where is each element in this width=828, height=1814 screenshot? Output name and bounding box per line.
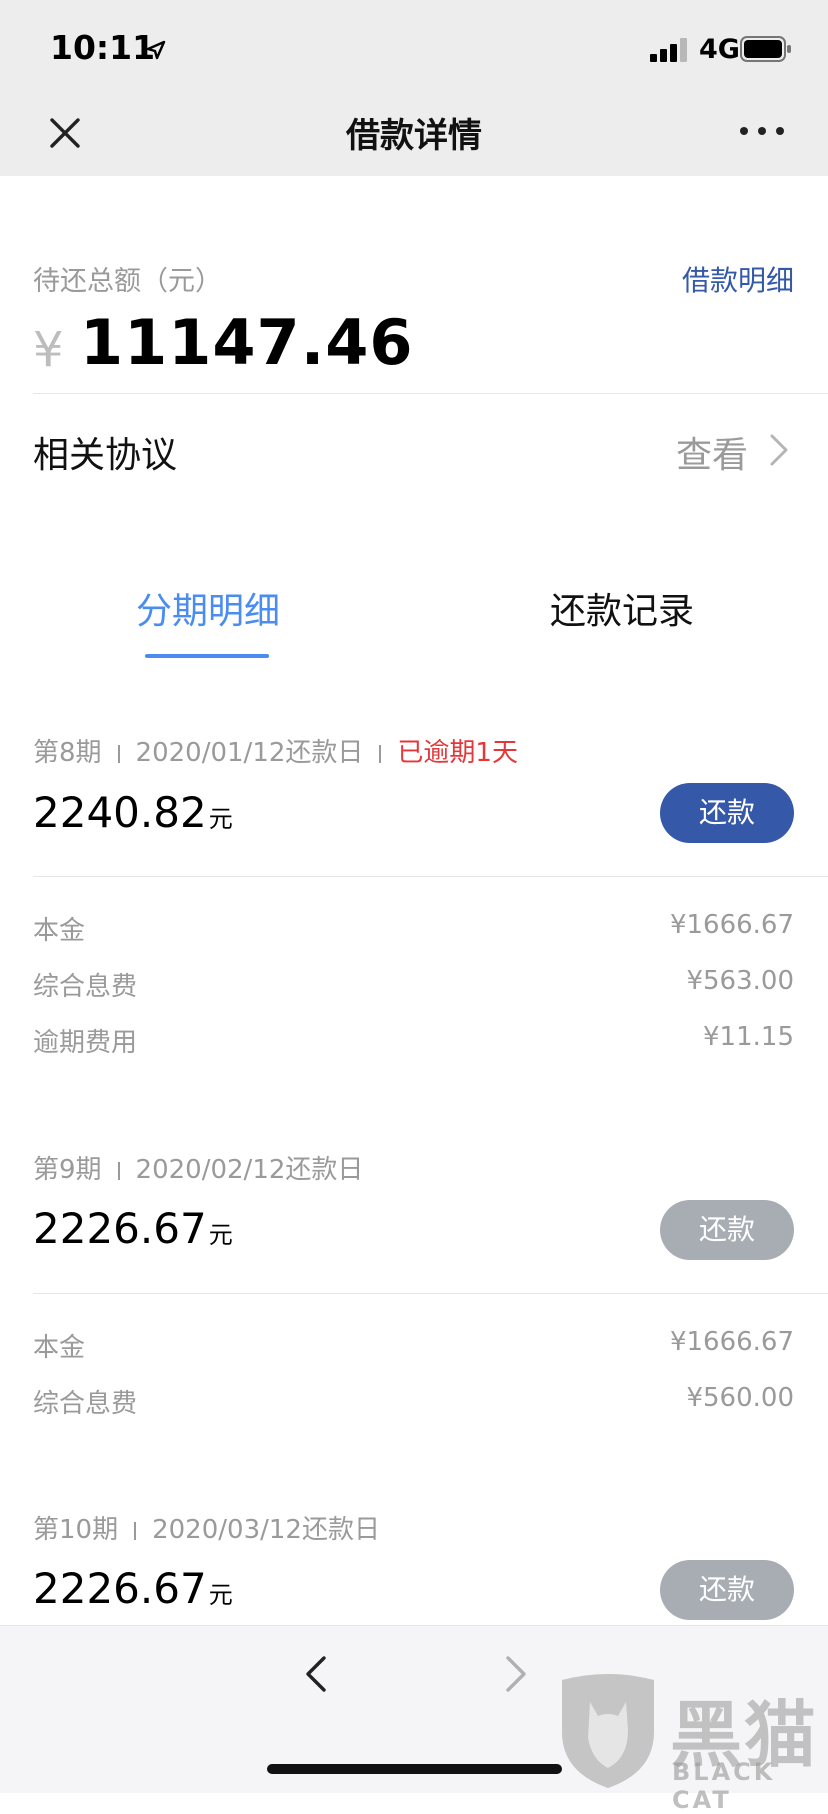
installment-meta: 第8期 2020/01/12还款日 已逾期1天 <box>33 732 518 769</box>
meta-separator <box>117 1161 120 1180</box>
active-tab-indicator <box>145 654 269 658</box>
battery-icon <box>740 36 791 62</box>
more-options-icon[interactable] <box>738 113 786 149</box>
installment-divider <box>33 876 828 877</box>
home-indicator <box>267 1764 562 1774</box>
tab-repayment-record[interactable]: 还款记录 <box>550 582 694 634</box>
installment-period: 第8期 <box>33 738 102 768</box>
installment-amount: 2226.67元 <box>33 1564 233 1613</box>
meta-separator <box>117 744 120 763</box>
interest-fee-value: ¥563.00 <box>686 966 794 996</box>
installment-meta: 第10期 2020/03/12还款日 <box>33 1509 380 1546</box>
installment-amount: 2226.67元 <box>33 1204 233 1253</box>
principal-label: 本金 <box>33 1333 86 1363</box>
repay-button[interactable]: 还款 <box>660 783 794 843</box>
interest-fee-value: ¥560.00 <box>686 1383 794 1413</box>
status-time: 10:11 <box>50 28 156 67</box>
outstanding-total-amount: 11147.46 <box>80 306 414 379</box>
installment-due-date: 2020/03/12还款日 <box>152 1515 380 1545</box>
tab-installment-detail[interactable]: 分期明细 <box>136 582 280 634</box>
repay-button[interactable]: 还款 <box>660 1560 794 1620</box>
location-arrow-icon <box>146 40 166 60</box>
installment-amount-value: 2226.67 <box>33 1204 207 1253</box>
repay-button[interactable]: 还款 <box>660 1200 794 1260</box>
forward-arrow-icon[interactable] <box>500 1652 532 1696</box>
installment-amount: 2240.82元 <box>33 788 233 837</box>
installment-amount-value: 2240.82 <box>33 788 207 837</box>
watermark-en-text: BLACK CAT <box>672 1758 776 1814</box>
cat-shield-watermark-icon <box>562 1674 654 1788</box>
interest-fee-label: 综合息费 <box>33 972 138 1002</box>
page-title: 借款详情 <box>346 116 482 156</box>
installment-amount-unit: 元 <box>208 805 233 833</box>
agreement-label: 相关协议 <box>33 435 178 476</box>
installment-due-date: 2020/02/12还款日 <box>135 1155 364 1185</box>
installment-amount-unit: 元 <box>208 1581 233 1609</box>
installment-amount-unit: 元 <box>208 1221 233 1249</box>
principal-value: ¥1666.67 <box>669 1327 794 1357</box>
meta-separator <box>134 1521 137 1540</box>
outstanding-total-label: 待还总额（元） <box>33 266 222 297</box>
installment-period: 第9期 <box>33 1155 102 1185</box>
principal-label: 本金 <box>33 916 86 946</box>
chevron-right-icon[interactable] <box>766 430 792 470</box>
overdue-badge: 已逾期1天 <box>397 738 518 768</box>
installment-period: 第10期 <box>33 1515 119 1545</box>
installment-divider <box>33 1293 828 1294</box>
back-arrow-icon[interactable] <box>300 1652 332 1696</box>
summary-divider <box>33 393 828 394</box>
installment-due-date: 2020/01/12还款日 <box>135 738 364 768</box>
overdue-fee-value: ¥11.15 <box>703 1022 794 1052</box>
currency-symbol: ¥ <box>33 322 64 378</box>
principal-value: ¥1666.67 <box>669 910 794 940</box>
agreement-view-link[interactable]: 查看 <box>676 426 748 478</box>
loan-detail-link[interactable]: 借款明细 <box>682 259 794 299</box>
installment-meta: 第9期 2020/02/12还款日 <box>33 1149 363 1186</box>
network-type: 4G <box>699 34 740 65</box>
meta-separator <box>379 744 382 763</box>
interest-fee-label: 综合息费 <box>33 1389 138 1419</box>
cellular-signal-icon <box>650 38 687 62</box>
installment-amount-value: 2226.67 <box>33 1564 207 1613</box>
overdue-fee-label: 逾期费用 <box>33 1028 138 1058</box>
